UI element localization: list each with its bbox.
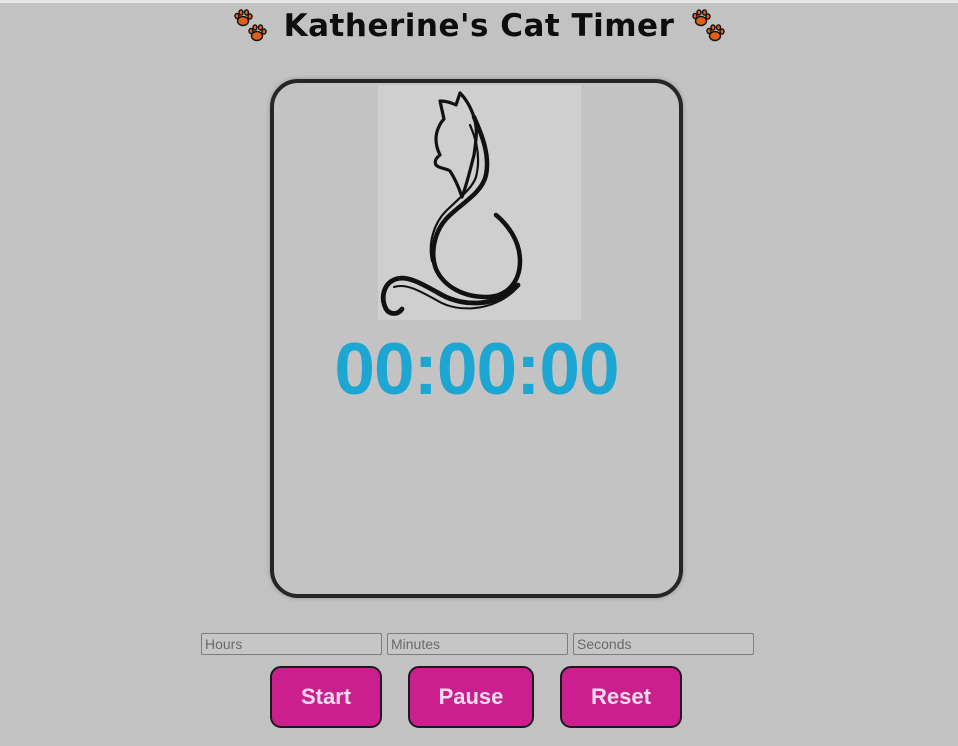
timer-controls: Start Pause Reset [0,666,958,728]
pause-button[interactable]: Pause [408,666,534,728]
timer-card: 00:00:00 [270,79,683,598]
paw-prints-icon [692,9,726,42]
reset-button[interactable]: Reset [560,666,682,728]
minutes-input[interactable] [387,633,568,655]
browser-top-strip [0,0,958,3]
start-button[interactable]: Start [270,666,382,728]
page-header: Katherine's Cat Timer [0,4,958,48]
hours-input[interactable] [201,633,382,655]
timer-display: 00:00:00 [334,329,619,410]
paw-prints-icon [233,9,267,42]
cat-drawing-image [378,85,581,320]
cat-silhouette-icon [380,91,523,316]
seconds-input[interactable] [573,633,754,655]
time-inputs [201,633,754,655]
page-title: Katherine's Cat Timer [283,8,675,44]
